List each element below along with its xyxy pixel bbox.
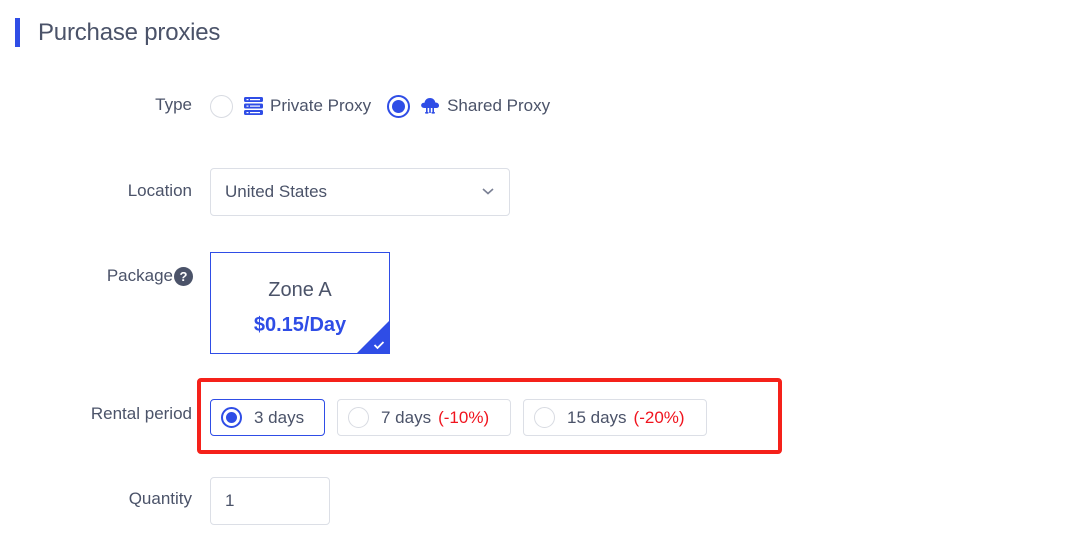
help-icon[interactable]: ? <box>174 267 193 286</box>
check-icon <box>373 341 385 350</box>
type-option-label: Private Proxy <box>270 96 372 115</box>
radio-private-proxy[interactable] <box>210 94 233 118</box>
package-name: Zone A <box>268 279 332 301</box>
cloud-icon <box>420 96 440 116</box>
radio-7-days[interactable] <box>348 407 369 428</box>
page-title: Purchase proxies <box>38 19 221 46</box>
type-radio-group: Private Proxy Shared Proxy <box>210 93 550 119</box>
package-label: Package <box>106 266 173 285</box>
period-label: 15 days <box>567 407 627 427</box>
quantity-label: Quantity <box>128 489 192 508</box>
type-label: Type <box>155 95 192 114</box>
period-label: 7 days <box>381 407 432 427</box>
type-option-private-proxy[interactable]: Private Proxy <box>210 94 372 118</box>
rental-period-7-days[interactable]: 7 days (-10%) <box>337 399 511 436</box>
quantity-input[interactable] <box>210 477 330 525</box>
period-label: 3 days <box>254 407 305 427</box>
radio-3-days[interactable] <box>221 407 242 428</box>
location-select[interactable]: United States <box>210 168 510 216</box>
location-select-value: United States <box>225 182 328 201</box>
server-icon <box>243 96 263 116</box>
type-option-label: Shared Proxy <box>447 96 551 115</box>
type-option-shared-proxy[interactable]: Shared Proxy <box>387 94 551 118</box>
rental-period-label: Rental period <box>90 404 192 423</box>
chevron-down-icon <box>481 183 495 201</box>
discount-badge: (-10%) <box>438 407 490 427</box>
rental-period-group: 3 days 7 days (-10%) 15 days (-20%) <box>210 399 719 436</box>
discount-badge: (-20%) <box>633 407 685 427</box>
package-card-zone-a[interactable]: Zone A $0.15/Day <box>210 252 390 354</box>
radio-shared-proxy[interactable] <box>387 94 411 118</box>
location-label: Location <box>127 181 192 200</box>
rental-period-3-days[interactable]: 3 days <box>210 399 325 436</box>
rental-period-15-days[interactable]: 15 days (-20%) <box>523 399 707 436</box>
title-accent-bar <box>15 18 20 47</box>
radio-15-days[interactable] <box>534 407 555 428</box>
